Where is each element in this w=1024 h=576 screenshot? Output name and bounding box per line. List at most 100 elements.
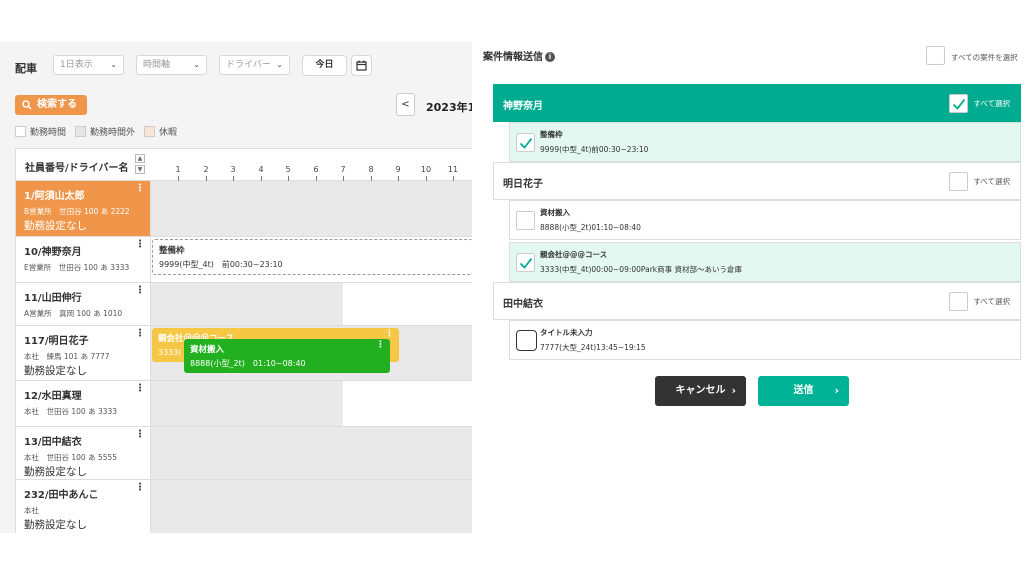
case-item[interactable]: タイトル未入力 7777(大型_24t)13:45~19:15 xyxy=(509,320,1021,360)
case-checkbox[interactable] xyxy=(516,330,537,351)
driver-cell-selected[interactable]: 1/阿須山太郎 B営業所 世田谷 100 あ 2222 勤務設定なし ⋮ xyxy=(16,181,151,236)
driver-timeline[interactable] xyxy=(151,283,472,325)
hour-label: 3 xyxy=(230,165,236,174)
driver-cell[interactable]: 11/山田伸行 A営業所 真岡 100 あ 1010 ⋮ xyxy=(16,283,151,325)
select-all-cases-checkbox[interactable] xyxy=(926,46,945,65)
driver-cell[interactable]: 10/神野奈月 E営業所 世田谷 100 あ 3333 ⋮ xyxy=(16,237,151,282)
case-title: 整備枠 xyxy=(540,130,563,139)
driver-row: 12/水田真理 本社 世田谷 100 あ 3333 ⋮ xyxy=(16,381,472,427)
legend-label: 休暇 xyxy=(159,128,178,138)
prev-date-button[interactable]: < xyxy=(396,93,415,116)
hour-label: 11 xyxy=(447,165,459,174)
send-case-panel: 案件情報送信 i すべての案件を選択 神野奈月 すべて選択 整備枠 9999(中型… xyxy=(472,42,1024,533)
driver-timeline[interactable] xyxy=(151,181,472,236)
group-select-all-checkbox[interactable] xyxy=(949,94,968,113)
case-detail: 8888(小型_2t)01:10~08:40 xyxy=(540,223,641,232)
driver-select-value: ドライバー xyxy=(226,60,271,70)
panel-title-text: 案件情報送信 xyxy=(483,52,543,63)
legend-work-hours: 勤務時間 xyxy=(15,125,66,138)
case-item[interactable]: 資材搬入 8888(小型_2t)01:10~08:40 xyxy=(509,200,1021,240)
chevron-down-icon: ⌄ xyxy=(193,60,200,69)
today-button[interactable]: 今日 xyxy=(302,55,347,76)
driver-group-header: 明日花子 すべて選択 xyxy=(493,162,1021,200)
info-icon[interactable]: i xyxy=(545,52,555,62)
more-vert-icon[interactable]: ⋮ xyxy=(135,184,145,194)
hour-label: 10 xyxy=(420,165,432,174)
driver-note: 勤務設定なし xyxy=(24,519,87,531)
driver-column-header: 社員番号/ドライバー名 xyxy=(25,163,129,174)
send-button[interactable]: 送信 › xyxy=(758,376,849,406)
more-vert-icon[interactable]: ⋮ xyxy=(135,329,145,339)
driver-timeline[interactable] xyxy=(151,381,472,426)
driver-row: 232/田中あんこ 本社 勤務設定なし ⋮ xyxy=(16,480,472,533)
more-vert-icon[interactable]: ⋮ xyxy=(135,384,145,394)
hour-label: 2 xyxy=(203,165,209,174)
case-checkbox[interactable] xyxy=(516,211,535,230)
calendar-button[interactable] xyxy=(351,55,372,76)
case-title: 親会社@@@コース xyxy=(540,250,608,259)
axis-select-value: 時間軸 xyxy=(143,60,171,70)
chevron-right-icon: › xyxy=(731,384,736,397)
group-select-all-checkbox[interactable] xyxy=(949,292,968,311)
job-card-maintenance[interactable]: 整備枠 9999(中型_4t) 前00:30~23:10 xyxy=(152,239,472,275)
driver-group-header: 神野奈月 すべて選択 xyxy=(493,84,1021,122)
more-vert-icon[interactable]: ⋮ xyxy=(135,240,145,250)
case-detail: 9999(中型_4t)前00:30~23:10 xyxy=(540,145,649,154)
case-checkbox[interactable] xyxy=(516,133,535,152)
page: 配車 1日表示 ⌄ 時間軸 ⌄ ドライバー ⌄ 今日 検索する < 2023年1… xyxy=(0,0,1024,576)
hour-label: 1 xyxy=(175,165,181,174)
driver-info: A営業所 真岡 100 あ 1010 xyxy=(24,309,123,318)
job-title: 整備枠 xyxy=(159,246,185,256)
hour-label: 6 xyxy=(313,165,319,174)
more-vert-icon[interactable]: ⋮ xyxy=(135,430,145,440)
calendar-icon xyxy=(356,60,367,71)
group-name: 明日花子 xyxy=(503,179,543,190)
driver-cell[interactable]: 12/水田真理 本社 世田谷 100 あ 3333 ⋮ xyxy=(16,381,151,426)
group-select-all-label: すべて選択 xyxy=(973,99,1010,108)
driver-cell[interactable]: 13/田中結衣 本社 世田谷 100 あ 5555 勤務設定なし ⋮ xyxy=(16,427,151,479)
check-icon xyxy=(952,98,966,110)
check-icon xyxy=(519,257,533,269)
driver-row: 1/阿須山太郎 B営業所 世田谷 100 あ 2222 勤務設定なし ⋮ xyxy=(16,181,472,237)
dispatch-board: 配車 1日表示 ⌄ 時間軸 ⌄ ドライバー ⌄ 今日 検索する < 2023年1… xyxy=(0,42,472,533)
work-hours-block xyxy=(343,381,472,426)
hour-label: 7 xyxy=(340,165,346,174)
case-detail: 7777(大型_24t)13:45~19:15 xyxy=(540,343,646,352)
cancel-button-label: キャンセル xyxy=(675,385,726,396)
search-icon xyxy=(22,100,32,110)
legend-holiday: 休暇 xyxy=(144,125,177,138)
driver-row: 11/山田伸行 A営業所 真岡 100 あ 1010 ⋮ xyxy=(16,283,472,326)
case-item[interactable]: 整備枠 9999(中型_4t)前00:30~23:10 xyxy=(509,122,1021,162)
group-select-all-label: すべて選択 xyxy=(973,297,1010,306)
legend-swatch xyxy=(15,126,26,137)
case-checkbox[interactable] xyxy=(516,253,535,272)
legend-off-hours: 勤務時間外 xyxy=(75,125,135,138)
case-detail: 3333(中型_4t)00:00~09:00Park商事 資材部～あいう倉庫 xyxy=(540,265,743,274)
driver-timeline[interactable] xyxy=(151,427,472,479)
job-card-materials[interactable]: 資材搬入 8888(小型_2t) 01:10~08:40 ⋮ xyxy=(184,339,390,373)
sort-up-button[interactable]: ▲ xyxy=(135,154,145,163)
driver-row: 13/田中結衣 本社 世田谷 100 あ 5555 勤務設定なし ⋮ xyxy=(16,427,472,480)
axis-select[interactable]: 時間軸 ⌄ xyxy=(136,55,207,75)
more-vert-icon[interactable]: ⋮ xyxy=(135,286,145,296)
case-item[interactable]: 親会社@@@コース 3333(中型_4t)00:00~09:00Park商事 資… xyxy=(509,242,1021,282)
view-select[interactable]: 1日表示 ⌄ xyxy=(53,55,124,75)
group-name: 神野奈月 xyxy=(503,101,543,112)
legend-swatch xyxy=(144,126,155,137)
search-button[interactable]: 検索する xyxy=(15,95,87,115)
sort-down-button[interactable]: ▼ xyxy=(135,165,145,174)
more-vert-icon[interactable]: ⋮ xyxy=(376,341,385,350)
driver-cell[interactable]: 117/明日花子 本社 練馬 101 あ 7777 勤務設定なし ⋮ xyxy=(16,326,151,380)
schedule-grid: 社員番号/ドライバー名 ▲ ▼ 1 2 3 4 5 6 7 8 9 10 11 xyxy=(15,148,472,533)
chevron-down-icon: ⌄ xyxy=(276,60,283,69)
case-title: 資材搬入 xyxy=(540,208,570,217)
driver-timeline[interactable] xyxy=(151,480,472,533)
more-vert-icon[interactable]: ⋮ xyxy=(385,330,394,339)
legend-label: 勤務時間外 xyxy=(90,128,136,138)
driver-select[interactable]: ドライバー ⌄ xyxy=(219,55,290,75)
driver-cell[interactable]: 232/田中あんこ 本社 勤務設定なし ⋮ xyxy=(16,480,151,533)
chevron-right-icon: › xyxy=(834,384,839,397)
group-select-all-checkbox[interactable] xyxy=(949,172,968,191)
cancel-button[interactable]: キャンセル › xyxy=(655,376,746,406)
more-vert-icon[interactable]: ⋮ xyxy=(135,483,145,493)
